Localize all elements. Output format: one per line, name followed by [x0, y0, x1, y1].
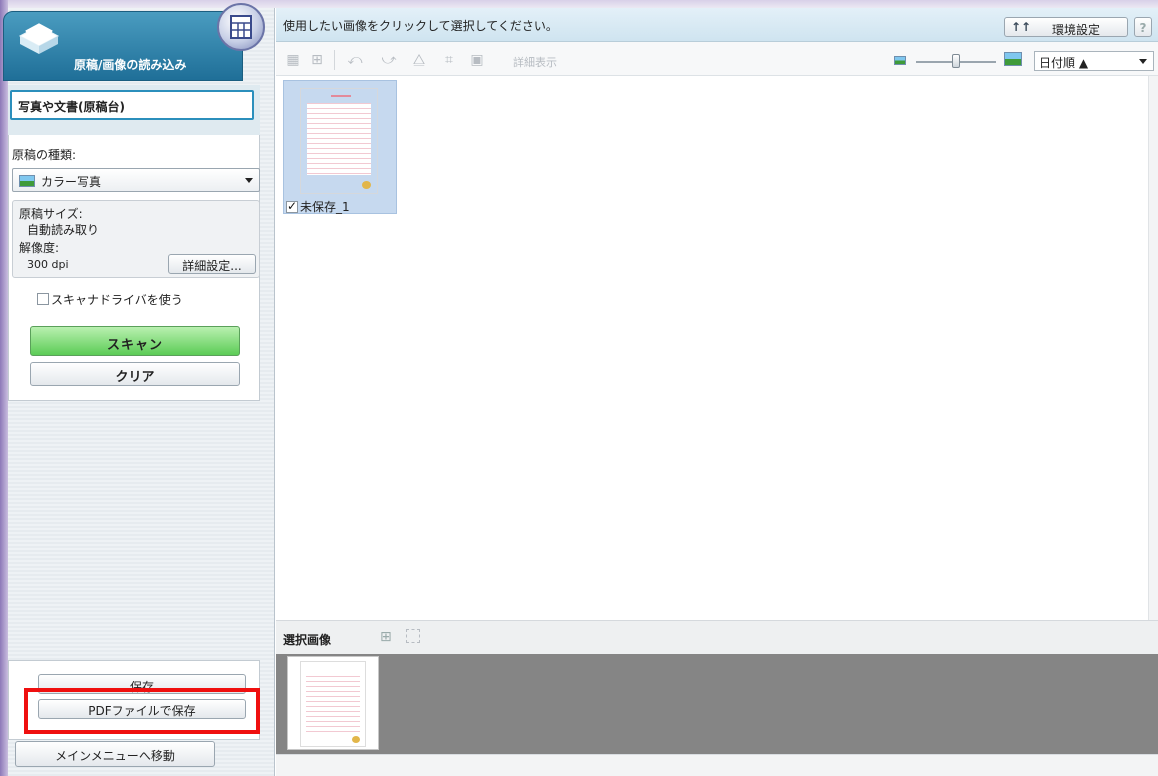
small-image-icon: [894, 56, 906, 65]
crop-icon[interactable]: ⌗: [440, 52, 458, 68]
thumbnail-item[interactable]: 未保存_1: [283, 80, 397, 214]
document-thumbnail: [300, 88, 378, 194]
mode-tab-scan[interactable]: 原稿/画像の読み込み: [3, 11, 243, 81]
grid-empty-icon[interactable]: [406, 629, 420, 643]
tools-icon: ↑↑: [1011, 20, 1032, 34]
thumbnail-area: [276, 76, 1158, 620]
top-bar: 使用したい画像をクリックして選択してください。 ↑↑ 環境設定 ?: [276, 8, 1158, 42]
horizontal-scrollbar[interactable]: [276, 754, 1158, 776]
photo-icon: [19, 175, 35, 187]
smiley-mark: [352, 736, 360, 743]
environment-settings-button[interactable]: ↑↑ 環境設定: [1004, 17, 1128, 37]
zoom-thumb[interactable]: [952, 54, 960, 68]
clear-button[interactable]: クリア: [30, 362, 240, 386]
scanner-icon: [18, 23, 60, 54]
selected-document-thumbnail: [300, 661, 366, 747]
instruction-text: 使用したい画像をクリックして選択してください。: [283, 19, 558, 33]
doc-type-value: カラー写真: [41, 175, 102, 189]
chevron-down-icon: [245, 178, 253, 183]
zoom-slider[interactable]: [894, 52, 1024, 70]
thumbnail-checkbox[interactable]: [286, 199, 298, 213]
rotate-left-icon[interactable]: ⤺: [346, 52, 364, 68]
sort-select[interactable]: 日付順 ▲: [1034, 51, 1154, 71]
grid-view-icon: [230, 15, 252, 39]
chevron-down-icon: [1139, 59, 1147, 64]
page-title-mark: [331, 95, 351, 97]
grid-large-icon[interactable]: ⊞: [308, 52, 326, 68]
thumbnail-name: 未保存_1: [300, 200, 350, 214]
smiley-mark: [362, 181, 371, 189]
grid-large-icon[interactable]: ⊞: [380, 629, 392, 645]
environment-settings-label: 環境設定: [1051, 23, 1100, 37]
toolbar-divider: [334, 50, 335, 70]
highlight-box: [24, 688, 260, 734]
selected-thumbnail[interactable]: [287, 656, 379, 750]
sort-value: 日付順 ▲: [1039, 56, 1089, 70]
doc-type-select[interactable]: カラー写真: [12, 168, 260, 192]
main-menu-button[interactable]: メインメニューへ移動: [15, 741, 215, 767]
detail-view-button[interactable]: 詳細表示: [513, 54, 557, 70]
details-button[interactable]: 詳細設定...: [168, 254, 256, 274]
window-frame-left: [0, 0, 8, 776]
selected-title: 選択画像: [283, 633, 332, 647]
size-value: 自動読み取り: [27, 223, 100, 237]
scan-button[interactable]: スキャン: [30, 326, 240, 356]
source-selector[interactable]: 写真や文書(原稿台): [10, 90, 254, 120]
thumbnail-label: 未保存_1: [286, 198, 350, 215]
image-info-icon[interactable]: ▣: [468, 52, 486, 68]
selected-images-area: [276, 654, 1158, 754]
mode-title: 原稿/画像の読み込み: [74, 58, 187, 72]
mode-switch-button[interactable]: [217, 3, 265, 51]
resolution-value: 300 dpi: [27, 258, 69, 271]
driver-checkbox-label: スキャナドライバを使う: [51, 293, 183, 307]
toolbar: ▦ ⊞ ⤺ ⤻ ⧋ ⌗ ▣ 詳細表示 日付順 ▲: [276, 42, 1158, 76]
vertical-scrollbar[interactable]: [1148, 76, 1158, 620]
resolution-label: 解像度:: [19, 241, 60, 255]
help-button[interactable]: ?: [1134, 17, 1152, 37]
large-image-icon: [1004, 52, 1022, 66]
mirror-icon[interactable]: ⧋: [410, 52, 428, 68]
driver-checkbox[interactable]: [37, 293, 49, 305]
rotate-right-icon[interactable]: ⤻: [380, 52, 398, 68]
grid-small-icon[interactable]: ▦: [284, 52, 302, 68]
size-label: 原稿サイズ:: [19, 207, 83, 221]
doc-type-label: 原稿の種類:: [12, 148, 77, 162]
mode-header: 原稿/画像の読み込み: [3, 3, 265, 85]
selected-header: 選択画像 ⊞: [276, 620, 1158, 654]
